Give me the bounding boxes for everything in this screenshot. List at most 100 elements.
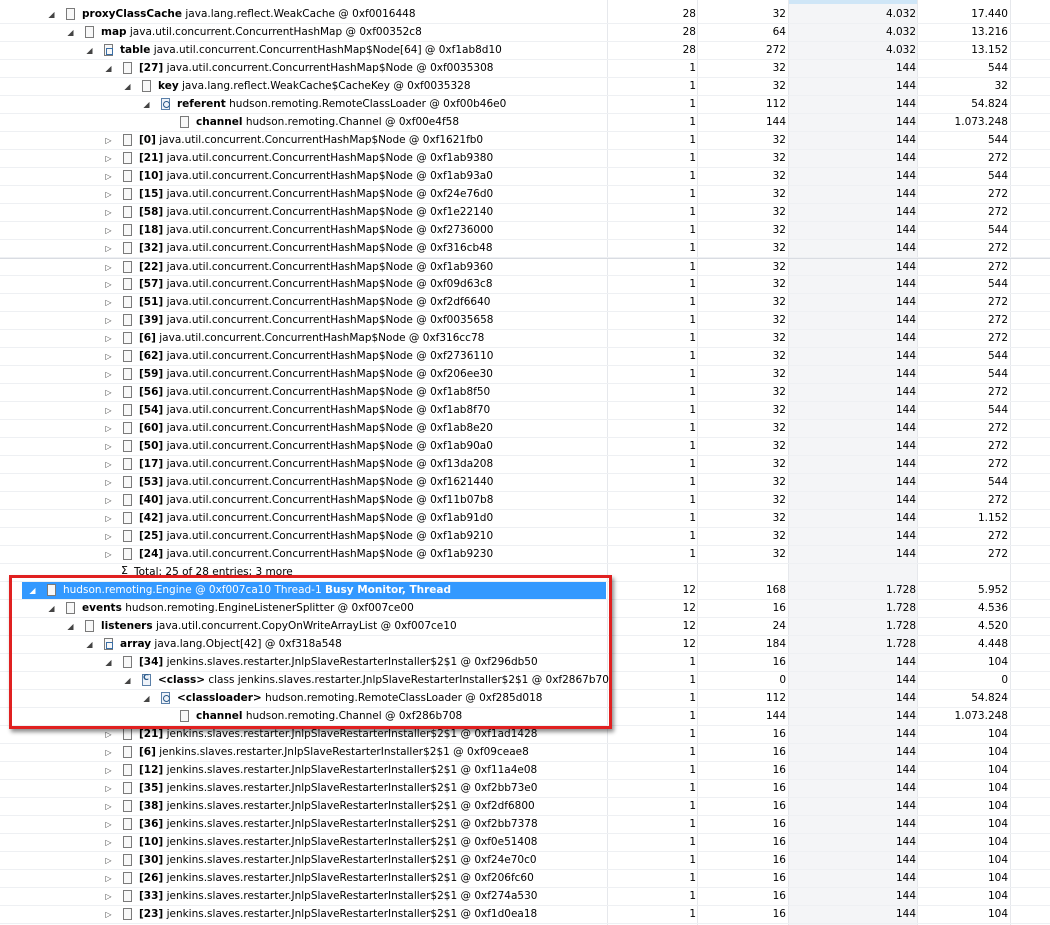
- collapsed-arrow-icon[interactable]: ▷: [104, 190, 113, 199]
- tree-row[interactable]: ▷ [26] jenkins.slaves.restarter.JnlpSlave…: [0, 870, 1050, 888]
- tree-row[interactable]: ◢ key java.lang.reflect.WeakCache$CacheKe…: [0, 78, 1050, 96]
- tree-row[interactable]: ▷ [33] jenkins.slaves.restarter.JnlpSlave…: [0, 888, 1050, 906]
- collapsed-arrow-icon[interactable]: ▷: [104, 514, 113, 523]
- expanded-arrow-icon[interactable]: ◢: [104, 658, 113, 667]
- expanded-arrow-icon[interactable]: ◢: [66, 622, 75, 631]
- collapsed-arrow-icon[interactable]: ▷: [104, 208, 113, 217]
- expanded-arrow-icon[interactable]: ◢: [85, 46, 94, 55]
- expanded-arrow-icon[interactable]: ◢: [142, 100, 151, 109]
- collapsed-arrow-icon[interactable]: ▷: [104, 244, 113, 253]
- collapsed-arrow-icon[interactable]: ▷: [104, 496, 113, 505]
- collapsed-arrow-icon[interactable]: ▷: [104, 784, 113, 793]
- tree-row[interactable]: ▷ [17] java.util.concurrent.ConcurrentHas…: [0, 456, 1050, 474]
- collapsed-arrow-icon[interactable]: ▷: [104, 424, 113, 433]
- tree-row[interactable]: ▷ [6] jenkins.slaves.restarter.JnlpSlaveR…: [0, 744, 1050, 762]
- expanded-arrow-icon[interactable]: ◢: [104, 64, 113, 73]
- expanded-arrow-icon[interactable]: ◢: [123, 82, 132, 91]
- collapsed-arrow-icon[interactable]: ▷: [104, 856, 113, 865]
- tree-row[interactable]: ▷ [6] java.util.concurrent.ConcurrentHash…: [0, 330, 1050, 348]
- collapsed-arrow-icon[interactable]: ▷: [104, 892, 113, 901]
- tree-row[interactable]: ▷ [32] java.util.concurrent.ConcurrentHas…: [0, 240, 1050, 258]
- tree-row[interactable]: ◢ [27] java.util.concurrent.ConcurrentHas…: [0, 60, 1050, 78]
- object-tree-table[interactable]: ◢ proxyClassCache java.lang.reflect.WeakC…: [0, 0, 1050, 925]
- collapsed-arrow-icon[interactable]: ▷: [104, 442, 113, 451]
- tree-row[interactable]: Σ Total: 25 of 28 entries; 3 more: [0, 564, 1050, 582]
- collapsed-arrow-icon[interactable]: ▷: [104, 298, 113, 307]
- tree-row[interactable]: ▷ [35] jenkins.slaves.restarter.JnlpSlave…: [0, 780, 1050, 798]
- tree-row[interactable]: ▷ [60] java.util.concurrent.ConcurrentHas…: [0, 420, 1050, 438]
- tree-row[interactable]: channel hudson.remoting.Channel @ 0xf286…: [0, 708, 1050, 726]
- tree-row[interactable]: ◢ <class> class jenkins.slaves.restarter.…: [0, 672, 1050, 690]
- tree-row[interactable]: ▷ [53] java.util.concurrent.ConcurrentHas…: [0, 474, 1050, 492]
- collapsed-arrow-icon[interactable]: ▷: [104, 874, 113, 883]
- collapsed-arrow-icon[interactable]: ▷: [104, 388, 113, 397]
- tree-row[interactable]: ▷ [57] java.util.concurrent.ConcurrentHas…: [0, 276, 1050, 294]
- collapsed-arrow-icon[interactable]: ▷: [104, 352, 113, 361]
- tree-row[interactable]: ▷ [36] jenkins.slaves.restarter.JnlpSlave…: [0, 816, 1050, 834]
- tree-row[interactable]: ◢ proxyClassCache java.lang.reflect.WeakC…: [0, 6, 1050, 24]
- collapsed-arrow-icon[interactable]: ▷: [104, 280, 113, 289]
- tree-row[interactable]: ◢ table java.util.concurrent.ConcurrentHa…: [0, 42, 1050, 60]
- collapsed-arrow-icon[interactable]: ▷: [104, 316, 113, 325]
- tree-row[interactable]: ◢ referent hudson.remoting.RemoteClassLoa…: [0, 96, 1050, 114]
- collapsed-arrow-icon[interactable]: ▷: [104, 226, 113, 235]
- tree-row[interactable]: ▷ [18] java.util.concurrent.ConcurrentHas…: [0, 222, 1050, 240]
- tree-row[interactable]: ▷ [50] java.util.concurrent.ConcurrentHas…: [0, 438, 1050, 456]
- tree-row[interactable]: ▷ [54] java.util.concurrent.ConcurrentHas…: [0, 402, 1050, 420]
- tree-row[interactable]: ▷ [62] java.util.concurrent.ConcurrentHas…: [0, 348, 1050, 366]
- expanded-arrow-icon[interactable]: ◢: [28, 586, 37, 595]
- collapsed-arrow-icon[interactable]: ▷: [104, 766, 113, 775]
- collapsed-arrow-icon[interactable]: ▷: [104, 550, 113, 559]
- expanded-arrow-icon[interactable]: ◢: [85, 640, 94, 649]
- tree-row[interactable]: ▷ [21] java.util.concurrent.ConcurrentHas…: [0, 150, 1050, 168]
- collapsed-arrow-icon[interactable]: ▷: [104, 263, 113, 272]
- collapsed-arrow-icon[interactable]: ▷: [104, 370, 113, 379]
- tree-row[interactable]: ▷ [39] java.util.concurrent.ConcurrentHas…: [0, 312, 1050, 330]
- tree-row[interactable]: ▷ [25] java.util.concurrent.ConcurrentHas…: [0, 528, 1050, 546]
- tree-row[interactable]: ▷ [30] jenkins.slaves.restarter.JnlpSlave…: [0, 852, 1050, 870]
- selected-tree-row[interactable]: ◢ hudson.remoting.Engine @ 0xf007ca10 Thr…: [0, 582, 1050, 600]
- expanded-arrow-icon[interactable]: ◢: [66, 28, 75, 37]
- collapsed-arrow-icon[interactable]: ▷: [104, 172, 113, 181]
- collapsed-arrow-icon[interactable]: ▷: [104, 730, 113, 739]
- collapsed-arrow-icon[interactable]: ▷: [104, 820, 113, 829]
- tree-row[interactable]: ◢ array java.lang.Object[42] @ 0xf318a548…: [0, 636, 1050, 654]
- collapsed-arrow-icon[interactable]: ▷: [104, 154, 113, 163]
- expanded-arrow-icon[interactable]: ◢: [47, 10, 56, 19]
- collapsed-arrow-icon[interactable]: ▷: [104, 460, 113, 469]
- collapsed-arrow-icon[interactable]: ▷: [104, 802, 113, 811]
- collapsed-arrow-icon[interactable]: ▷: [104, 748, 113, 757]
- tree-row[interactable]: ▷ [23] jenkins.slaves.restarter.JnlpSlave…: [0, 906, 1050, 924]
- expanded-arrow-icon[interactable]: ◢: [47, 604, 56, 613]
- tree-row[interactable]: ▷ [10] java.util.concurrent.ConcurrentHas…: [0, 168, 1050, 186]
- collapsed-arrow-icon[interactable]: ▷: [104, 910, 113, 919]
- tree-row[interactable]: ◢ map java.util.concurrent.ConcurrentHash…: [0, 24, 1050, 42]
- collapsed-arrow-icon[interactable]: ▷: [104, 334, 113, 343]
- tree-row[interactable]: ▷ [59] java.util.concurrent.ConcurrentHas…: [0, 366, 1050, 384]
- tree-row[interactable]: ▷ [38] jenkins.slaves.restarter.JnlpSlave…: [0, 798, 1050, 816]
- tree-row[interactable]: channel hudson.remoting.Channel @ 0xf00e…: [0, 114, 1050, 132]
- tree-row[interactable]: ▷ [58] java.util.concurrent.ConcurrentHas…: [0, 204, 1050, 222]
- tree-row[interactable]: ▷ [22] java.util.concurrent.ConcurrentHas…: [0, 258, 1050, 276]
- collapsed-arrow-icon[interactable]: ▷: [104, 136, 113, 145]
- tree-row[interactable]: ▷ [12] jenkins.slaves.restarter.JnlpSlave…: [0, 762, 1050, 780]
- tree-row[interactable]: ◢ listeners java.util.concurrent.CopyOnWr…: [0, 618, 1050, 636]
- tree-row[interactable]: ▷ [10] jenkins.slaves.restarter.JnlpSlave…: [0, 834, 1050, 852]
- tree-row[interactable]: ▷ [56] java.util.concurrent.ConcurrentHas…: [0, 384, 1050, 402]
- tree-row[interactable]: ▷ [15] java.util.concurrent.ConcurrentHas…: [0, 186, 1050, 204]
- tree-row[interactable]: ◢ <classloader> hudson.remoting.RemoteCla…: [0, 690, 1050, 708]
- expanded-arrow-icon[interactable]: ◢: [123, 676, 132, 685]
- expanded-arrow-icon[interactable]: ◢: [142, 694, 151, 703]
- collapsed-arrow-icon[interactable]: ▷: [104, 532, 113, 541]
- tree-row[interactable]: ▷ [40] java.util.concurrent.ConcurrentHas…: [0, 492, 1050, 510]
- collapsed-arrow-icon[interactable]: ▷: [104, 406, 113, 415]
- tree-row[interactable]: ▷ [42] java.util.concurrent.ConcurrentHas…: [0, 510, 1050, 528]
- tree-row[interactable]: ▷ [21] jenkins.slaves.restarter.JnlpSlave…: [0, 726, 1050, 744]
- tree-row[interactable]: ◢ events hudson.remoting.EngineListenerSp…: [0, 600, 1050, 618]
- collapsed-arrow-icon[interactable]: ▷: [104, 478, 113, 487]
- tree-row[interactable]: ◢ [34] jenkins.slaves.restarter.JnlpSlave…: [0, 654, 1050, 672]
- tree-row[interactable]: ▷ [51] java.util.concurrent.ConcurrentHas…: [0, 294, 1050, 312]
- tree-row[interactable]: ▷ [24] java.util.concurrent.ConcurrentHas…: [0, 546, 1050, 564]
- tree-row[interactable]: ▷ [0] java.util.concurrent.ConcurrentHash…: [0, 132, 1050, 150]
- collapsed-arrow-icon[interactable]: ▷: [104, 838, 113, 847]
